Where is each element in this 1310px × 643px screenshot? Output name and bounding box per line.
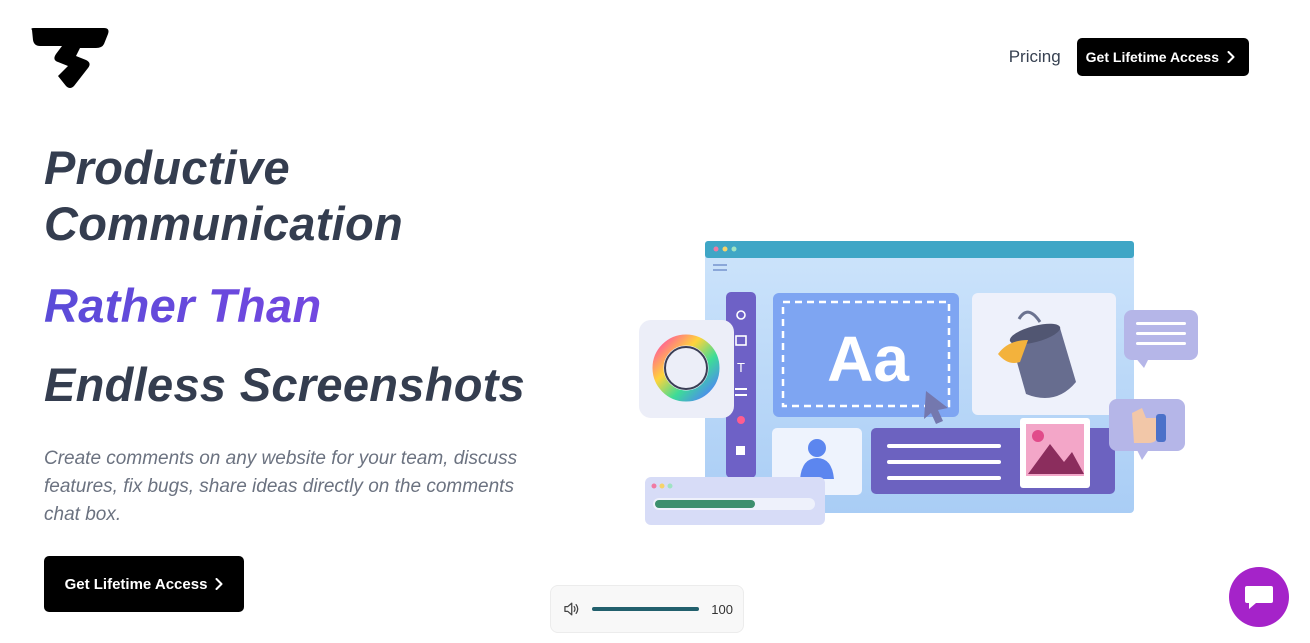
chevron-right-icon	[215, 578, 223, 590]
chevron-right-icon	[1227, 51, 1235, 63]
volume-slider[interactable]	[592, 607, 700, 611]
hero-subtitle: Create comments on any website for your …	[44, 448, 518, 525]
volume-slider-fill	[592, 607, 700, 611]
top-nav: Pricing Get Lifetime Access	[1009, 38, 1249, 76]
comment-bubble	[1124, 310, 1198, 368]
nav-cta-label: Get Lifetime Access	[1085, 49, 1219, 65]
color-ring-card	[639, 320, 734, 418]
chat-icon	[1245, 586, 1273, 609]
hero-heading-line-1: Productive	[44, 141, 290, 194]
hero-section: Productive Communication Rather Than End…	[44, 140, 584, 529]
paint-bucket-card	[972, 293, 1116, 415]
hero-heading-line-4: Endless Screenshots	[44, 358, 526, 411]
brand-logo-icon[interactable]	[28, 26, 110, 90]
thumbs-up-bubble	[1109, 399, 1185, 460]
svg-text:T: T	[737, 360, 745, 375]
chat-launcher-button[interactable]	[1229, 567, 1289, 627]
hero-heading-line-2: Communication	[44, 197, 404, 250]
typography-sample-text: Aa	[827, 323, 909, 395]
picture-card	[1020, 418, 1090, 488]
hero-cta-label: Get Lifetime Access	[64, 575, 208, 593]
nav-get-lifetime-access-button[interactable]: Get Lifetime Access	[1076, 38, 1249, 76]
hero-heading-accent: Rather Than	[44, 278, 584, 334]
typography-card: Aa	[773, 293, 959, 424]
hero-illustration: T Aa	[639, 241, 1198, 525]
volume-value: 100	[711, 601, 733, 617]
speaker-icon[interactable]	[563, 601, 580, 617]
progress-window	[645, 477, 825, 525]
nav-pricing-link[interactable]: Pricing	[1009, 47, 1061, 67]
audio-volume-control: 100	[550, 585, 744, 633]
hero-get-lifetime-access-button[interactable]: Get Lifetime Access	[44, 556, 244, 612]
